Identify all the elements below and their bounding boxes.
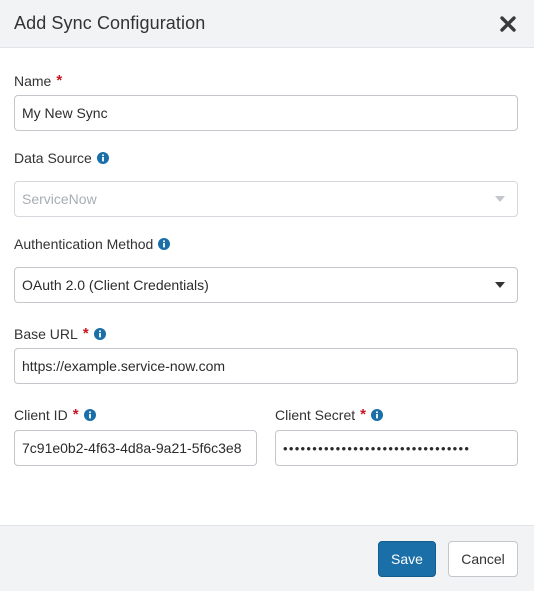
info-icon[interactable]	[83, 408, 96, 421]
required-asterisk: *	[360, 406, 366, 423]
data-source-value: ServiceNow	[22, 191, 97, 207]
info-icon[interactable]	[93, 327, 106, 340]
required-asterisk: *	[72, 406, 79, 423]
info-icon[interactable]	[96, 152, 109, 164]
auth-method-select[interactable]: OAuth 2.0 (Client Credentials)	[14, 267, 518, 303]
client-id-value: 7c91e0b2-4f63-4d8a-9a21-5f6c3e8	[22, 440, 242, 456]
name-input-value: My New Sync	[22, 105, 108, 121]
name-input[interactable]: My New Sync	[14, 95, 518, 131]
dialog-body: Name * My New Sync Data Source ServiceNo…	[0, 49, 534, 525]
info-icon[interactable]	[371, 408, 383, 421]
caret-down-icon	[495, 196, 505, 202]
base-url-label: Base URL *	[14, 325, 106, 342]
add-sync-dialog: Add Sync Configuration Name * My New Syn…	[0, 0, 534, 591]
client-id-label-text: Client ID	[14, 406, 68, 423]
caret-down-icon	[495, 282, 505, 288]
dialog-footer: Save Cancel	[0, 525, 534, 591]
client-id-input[interactable]: 7c91e0b2-4f63-4d8a-9a21-5f6c3e8	[14, 430, 257, 466]
info-icon[interactable]	[158, 238, 171, 250]
client-secret-value: ••••••••••••••••••••••••••••••••	[283, 440, 471, 456]
client-secret-label: Client Secret *	[275, 406, 383, 423]
auth-method-label-text: Authentication Method	[14, 236, 154, 252]
cancel-button[interactable]: Cancel	[448, 541, 518, 577]
required-asterisk: *	[82, 325, 89, 342]
client-id-label: Client ID *	[14, 406, 96, 423]
data-source-label-text: Data Source	[14, 150, 92, 166]
data-source-select: ServiceNow	[14, 181, 518, 217]
name-label-text: Name	[14, 72, 52, 89]
base-url-input[interactable]: https://example.service-now.com	[14, 348, 518, 384]
dialog-header: Add Sync Configuration	[0, 0, 534, 48]
data-source-label: Data Source	[14, 150, 109, 166]
client-secret-label-text: Client Secret	[275, 406, 356, 423]
close-icon[interactable]	[498, 14, 518, 34]
required-asterisk: *	[56, 72, 63, 89]
base-url-label-text: Base URL	[14, 325, 78, 342]
base-url-value: https://example.service-now.com	[22, 358, 226, 374]
dialog-title: Add Sync Configuration	[14, 13, 206, 33]
name-label: Name *	[14, 72, 62, 89]
client-secret-input[interactable]: ••••••••••••••••••••••••••••••••	[275, 430, 518, 466]
auth-method-label: Authentication Method	[14, 236, 171, 252]
save-button[interactable]: Save	[378, 541, 436, 577]
auth-method-value: OAuth 2.0 (Client Credentials)	[22, 277, 209, 293]
